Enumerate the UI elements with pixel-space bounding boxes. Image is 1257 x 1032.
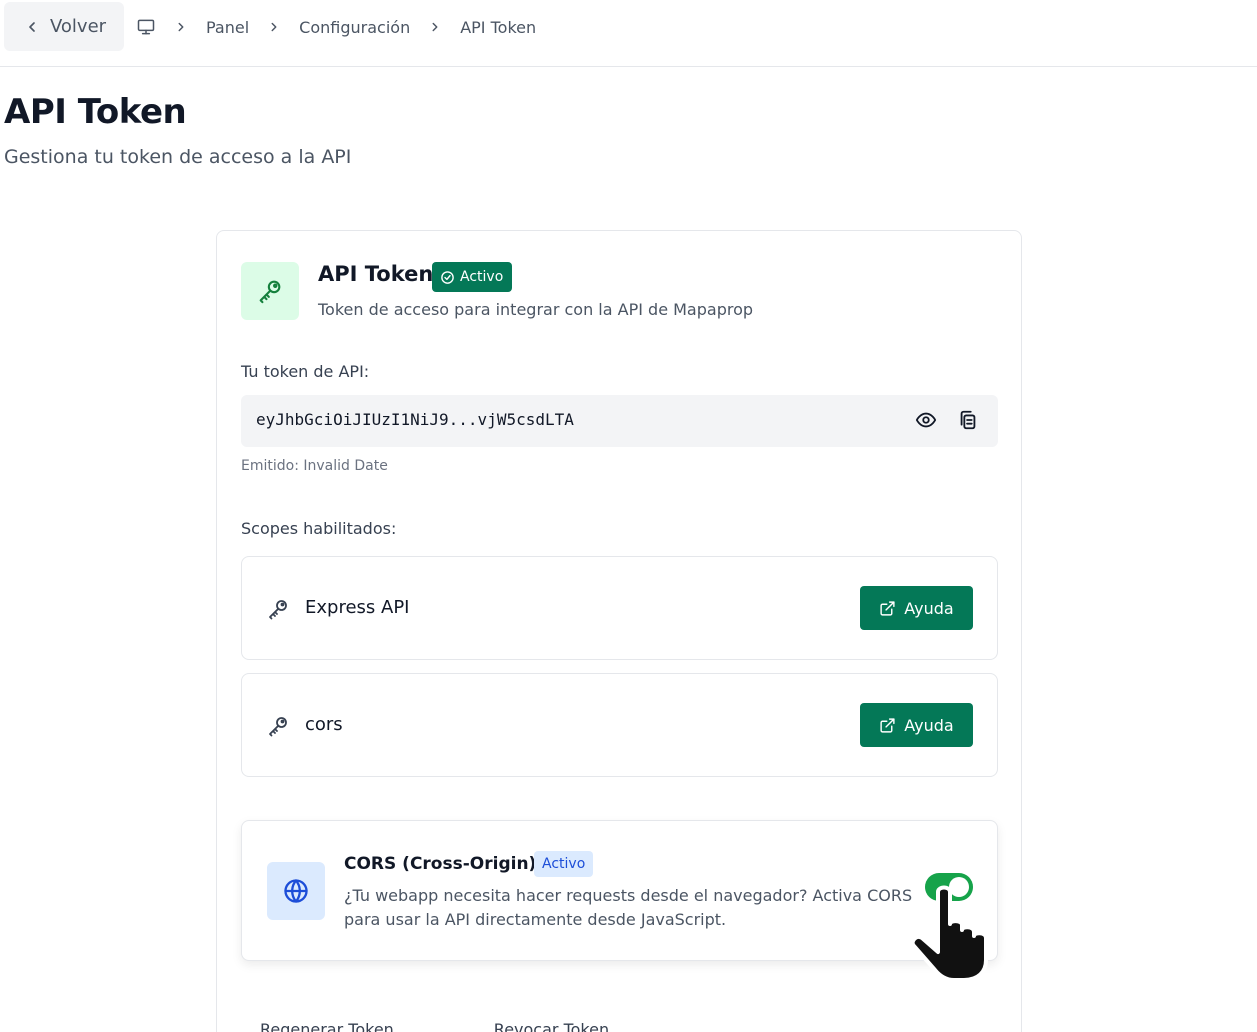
breadcrumb-panel[interactable]: Panel bbox=[206, 18, 249, 37]
status-badge-label: Activo bbox=[460, 269, 504, 285]
token-value: eyJhbGciOiJIUzI1NiJ9...vjW5csdLTA bbox=[256, 410, 574, 429]
help-button-label: Ayuda bbox=[904, 598, 954, 618]
eye-icon[interactable] bbox=[915, 409, 937, 431]
back-button[interactable]: Volver bbox=[4, 2, 124, 51]
cors-panel: CORS (Cross-Origin) Activo ¿Tu webapp ne… bbox=[241, 820, 998, 961]
chevron-right-icon bbox=[428, 20, 442, 34]
scope-name: Express API bbox=[305, 597, 410, 618]
globe-icon bbox=[267, 862, 325, 920]
key-icon bbox=[269, 600, 287, 620]
cors-status-badge: Activo bbox=[534, 851, 594, 877]
page-subtitle: Gestiona tu token de acceso a la API bbox=[4, 146, 352, 168]
cors-description: ¿Tu webapp necesita hacer requests desde… bbox=[344, 886, 913, 929]
help-button[interactable]: Ayuda bbox=[860, 586, 973, 630]
api-token-card: API Token Activo Token de acceso para in… bbox=[216, 230, 1022, 1032]
help-button-label: Ayuda bbox=[904, 715, 954, 735]
revoke-token-button[interactable]: Revocar Token bbox=[494, 1020, 609, 1032]
token-field: eyJhbGciOiJIUzI1NiJ9...vjW5csdLTA bbox=[241, 395, 998, 447]
cors-title: CORS (Cross-Origin) bbox=[344, 854, 537, 874]
top-bar: Volver Panel Configuración API Token bbox=[0, 0, 1257, 67]
status-badge: Activo bbox=[432, 262, 513, 292]
emitted-date: Emitido: Invalid Date bbox=[241, 458, 388, 474]
token-label: Tu token de API: bbox=[241, 362, 370, 381]
external-link-icon bbox=[880, 600, 895, 616]
breadcrumb-current: API Token bbox=[460, 17, 537, 37]
back-button-label: Volver bbox=[50, 16, 107, 37]
card-description: Token de acceso para integrar con la API… bbox=[318, 300, 754, 319]
cors-toggle[interactable] bbox=[925, 873, 973, 901]
scope-name: cors bbox=[305, 714, 343, 735]
chevron-left-icon bbox=[29, 21, 35, 32]
chevron-right-icon bbox=[267, 20, 281, 34]
breadcrumb: Panel Configuración API Token bbox=[136, 14, 536, 40]
check-circle-icon bbox=[441, 270, 454, 284]
external-link-icon bbox=[880, 717, 895, 733]
help-button[interactable]: Ayuda bbox=[860, 703, 973, 747]
monitor-icon[interactable] bbox=[136, 17, 156, 37]
regenerate-token-button[interactable]: Regenerar Token bbox=[260, 1020, 394, 1032]
scopes-label: Scopes habilitados: bbox=[241, 519, 397, 538]
card-title: API Token bbox=[318, 262, 434, 286]
breadcrumb-configuracion[interactable]: Configuración bbox=[299, 18, 410, 37]
chevron-right-icon bbox=[174, 20, 188, 34]
scope-item-cors: cors Ayuda bbox=[241, 673, 998, 777]
key-icon bbox=[241, 262, 299, 320]
footer-actions: Regenerar Token Revocar Token bbox=[260, 1020, 609, 1032]
page-title: API Token bbox=[4, 92, 187, 132]
copy-icon[interactable] bbox=[957, 409, 979, 431]
key-icon bbox=[269, 717, 287, 737]
toggle-knob bbox=[949, 877, 969, 897]
scope-item-express-api: Express API Ayuda bbox=[241, 556, 998, 660]
